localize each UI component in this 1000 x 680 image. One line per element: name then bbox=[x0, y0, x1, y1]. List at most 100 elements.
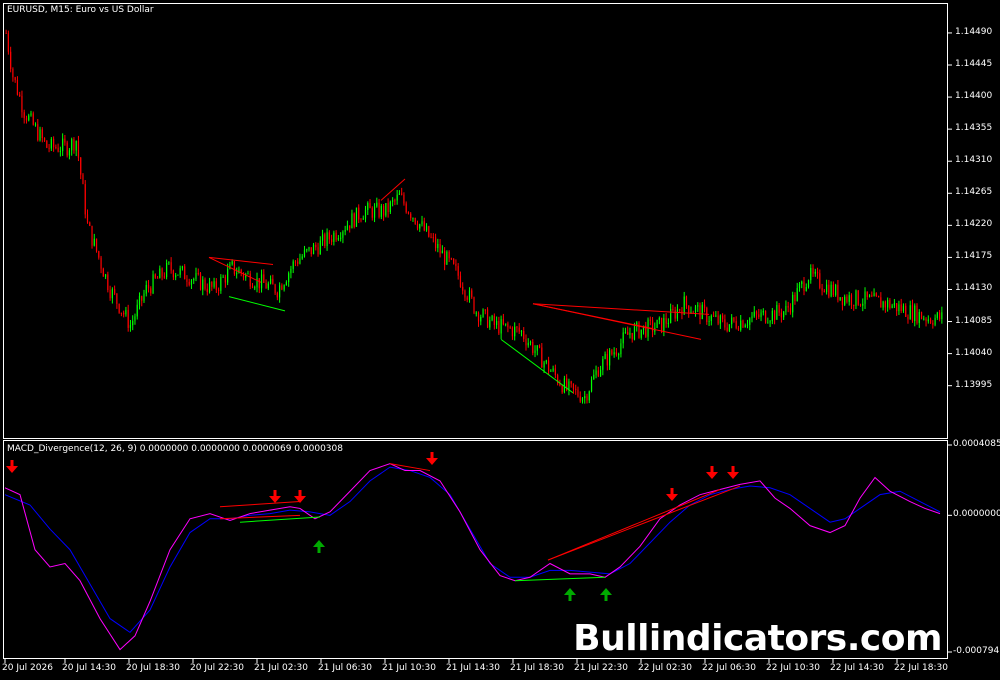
candle-body bbox=[86, 214, 89, 223]
candle-body bbox=[816, 271, 819, 274]
candle-body bbox=[638, 322, 640, 338]
candle-body bbox=[127, 309, 129, 328]
candle-body bbox=[52, 138, 55, 148]
candle-body bbox=[679, 309, 681, 311]
candle-body bbox=[755, 311, 758, 315]
candle-body bbox=[789, 307, 792, 313]
candle-body bbox=[916, 305, 918, 323]
candle-body bbox=[821, 287, 823, 291]
candle-body bbox=[46, 140, 48, 148]
candle-body bbox=[349, 225, 351, 229]
candle-body bbox=[932, 322, 934, 325]
candle-body bbox=[263, 274, 265, 283]
candle-body bbox=[776, 305, 778, 320]
candle-body bbox=[889, 300, 891, 308]
candle-body bbox=[868, 295, 871, 298]
candle-body bbox=[532, 341, 534, 353]
candle-body bbox=[150, 288, 152, 294]
candle-body bbox=[410, 213, 412, 219]
candle-body bbox=[66, 142, 68, 156]
candle-body bbox=[272, 278, 274, 285]
candle-body bbox=[335, 232, 337, 240]
candle-body bbox=[737, 327, 740, 331]
candle-body bbox=[471, 290, 473, 298]
candle-body bbox=[104, 274, 107, 277]
candle-body bbox=[774, 310, 776, 320]
candle-body bbox=[925, 318, 927, 322]
candle-body bbox=[877, 295, 880, 298]
candle-body bbox=[609, 350, 611, 366]
macd-bearish-line bbox=[547, 489, 721, 561]
candle-body bbox=[597, 370, 599, 377]
candle-body bbox=[855, 290, 857, 306]
candle-body bbox=[699, 305, 701, 320]
sell-arrow-icon bbox=[666, 488, 678, 501]
candle-body bbox=[484, 309, 486, 311]
candle-body bbox=[283, 285, 285, 290]
price-axis-label: 1.14040 bbox=[955, 347, 993, 358]
candle-body bbox=[663, 318, 665, 333]
candle-body bbox=[367, 203, 369, 210]
candle-body bbox=[220, 277, 222, 291]
price-axis-label: 1.14400 bbox=[955, 91, 993, 102]
time-axis-label: 21 Jul 10:30 bbox=[382, 663, 436, 673]
arrow-head bbox=[666, 494, 678, 501]
candle-body bbox=[496, 321, 498, 325]
candle-body bbox=[803, 281, 805, 291]
bearish-divergence-line bbox=[208, 256, 274, 266]
candle-body bbox=[640, 329, 642, 338]
candle-body bbox=[742, 320, 744, 328]
candle-body bbox=[118, 303, 120, 313]
price-axis-label: 1.14175 bbox=[955, 251, 993, 262]
candle-body bbox=[543, 362, 545, 368]
candle-body bbox=[722, 315, 724, 320]
candle-body bbox=[317, 247, 319, 255]
candle-body bbox=[80, 157, 82, 175]
candle-body bbox=[256, 278, 258, 288]
candle-body bbox=[706, 308, 708, 322]
candle-body bbox=[771, 310, 773, 322]
candle-body bbox=[810, 268, 812, 281]
arrow-head bbox=[313, 540, 325, 547]
macd-axis-label: 0.0000000 bbox=[953, 509, 1000, 520]
candle-body bbox=[450, 258, 452, 260]
candle-body bbox=[34, 124, 37, 126]
candle-body bbox=[618, 354, 620, 356]
candle-body bbox=[918, 312, 920, 323]
price-axis-label: 1.14085 bbox=[955, 315, 993, 326]
candle-body bbox=[428, 226, 430, 237]
candle-body bbox=[392, 200, 394, 202]
candle-body bbox=[147, 285, 150, 289]
candle-body bbox=[584, 396, 586, 399]
candle-body bbox=[434, 237, 437, 249]
candle-body bbox=[656, 319, 658, 328]
candle-body bbox=[929, 319, 932, 323]
candle-body bbox=[674, 310, 676, 319]
candle-body bbox=[575, 388, 577, 390]
candle-body bbox=[853, 304, 855, 306]
candle-body bbox=[491, 315, 493, 321]
candle-body bbox=[353, 213, 355, 227]
trading-chart-window[interactable]: EURUSD, M15: Euro vs US Dollar MACD_Dive… bbox=[0, 0, 1000, 680]
candle-body bbox=[891, 305, 893, 308]
candle-body bbox=[55, 147, 57, 149]
candle-body bbox=[661, 317, 663, 333]
candle-body bbox=[758, 314, 760, 318]
sell-arrow-icon bbox=[269, 490, 281, 503]
candle-body bbox=[249, 273, 251, 287]
candle-body bbox=[518, 327, 520, 332]
candle-body bbox=[862, 303, 864, 306]
candle-body bbox=[77, 140, 80, 158]
candle-body bbox=[767, 322, 769, 324]
candle-body bbox=[489, 320, 491, 328]
candle-body bbox=[604, 353, 606, 359]
candle-body bbox=[310, 247, 312, 255]
candle-body bbox=[728, 324, 731, 332]
candle-body bbox=[166, 262, 168, 278]
time-axis-label: 20 Jul 2026 bbox=[2, 663, 53, 673]
macd-axis-label: 0.0004085 bbox=[953, 439, 1000, 449]
candle-body bbox=[265, 282, 267, 289]
candle-body bbox=[154, 274, 156, 278]
candle-body bbox=[534, 350, 536, 353]
candle-body bbox=[887, 300, 889, 308]
